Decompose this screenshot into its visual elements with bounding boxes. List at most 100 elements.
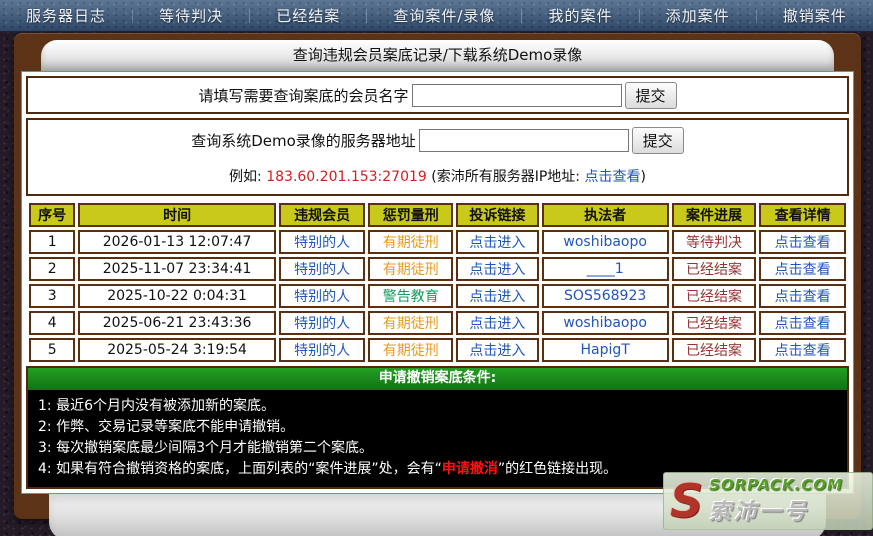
case-time: 2025-06-21 23:43:36 [78, 311, 275, 335]
nav-server-logs[interactable]: 服务器日志 [26, 5, 106, 26]
member-link[interactable]: 特别的人 [279, 338, 366, 362]
content-area: 请填写需要查询案底的会员名字 提交 查询系统Demo录像的服务器地址 提交 例如… [21, 71, 854, 494]
member-link[interactable]: 特别的人 [279, 311, 366, 335]
case-no: 4 [29, 311, 75, 335]
case-time: 2025-10-22 0:04:31 [78, 284, 275, 308]
case-time: 2025-11-07 23:34:41 [78, 257, 275, 281]
watermark-text: SORPACK.COM 索沛一号 [709, 476, 843, 526]
penalty-label: 有期徒刑 [368, 311, 453, 335]
nav-separator [756, 9, 757, 23]
nav-my-cases[interactable]: 我的案件 [549, 5, 613, 26]
complaint-link[interactable]: 点击进入 [456, 311, 539, 335]
table-row: 5 2025-05-24 3:19:54 特别的人 有期徒刑 点击进入 Hapi… [29, 338, 846, 362]
server-address-input[interactable] [419, 129, 629, 152]
nav-query-cases-demos[interactable]: 查询案件/录像 [393, 5, 495, 26]
detail-link[interactable]: 点击查看 [759, 338, 846, 362]
case-no: 3 [29, 284, 75, 308]
top-navigation: 服务器日志 等待判决 已经结案 查询案件/录像 我的案件 添加案件 撤销案件 [0, 0, 873, 32]
demo-query-label: 查询系统Demo录像的服务器地址 [191, 130, 416, 151]
member-link[interactable]: 特别的人 [279, 230, 366, 254]
penalty-label: 警告教育 [368, 284, 453, 308]
demo-query-form: 查询系统Demo录像的服务器地址 提交 例如: 183.60.201.153:2… [26, 118, 849, 196]
nav-separator [132, 9, 133, 23]
nav-pending-verdict[interactable]: 等待判决 [159, 5, 223, 26]
table-row: 2 2025-11-07 23:34:41 特别的人 有期徒刑 点击进入 ___… [29, 257, 846, 281]
condition-line: 3: 每次撤销案底最少间隔3个月才能撤销第二个案底。 [38, 438, 837, 459]
condition4-prefix: 4: 如果有符合撤销资格的案底，上面列表的“案件进展”处，会有“ [38, 461, 442, 477]
case-no: 5 [29, 338, 75, 362]
nav-closed-cases[interactable]: 已经结案 [276, 5, 340, 26]
member-query-label: 请填写需要查询案底的会员名字 [198, 85, 408, 106]
example-ip-address: 183.60.201.153:27019 [266, 169, 427, 185]
enforcer-link[interactable]: SOS568923 [542, 284, 669, 308]
member-query-form: 请填写需要查询案底的会员名字 提交 [26, 76, 849, 114]
example-mid: (索沛所有服务器IP地址: [427, 169, 585, 185]
header-penalty: 惩罚量刑 [368, 203, 453, 227]
nav-separator [366, 9, 367, 23]
member-link[interactable]: 特别的人 [279, 257, 366, 281]
sorpack-s-logo-icon: S [670, 478, 703, 524]
table-header-row: 序号 时间 违规会员 惩罚量刑 投诉链接 执法者 案件进展 查看详情 [29, 203, 846, 227]
enforcer-link[interactable]: woshibaopo [542, 230, 669, 254]
example-suffix: ) [640, 169, 645, 185]
nav-separator [249, 9, 250, 23]
main-frame: 查询违规会员案底记录/下载系统Demo录像 请填写需要查询案底的会员名字 提交 … [14, 33, 861, 519]
status-label: 已经结案 [672, 257, 757, 281]
member-link[interactable]: 特别的人 [279, 284, 366, 308]
complaint-link[interactable]: 点击进入 [456, 284, 539, 308]
penalty-label: 有期徒刑 [368, 230, 453, 254]
case-time: 2026-01-13 12:07:47 [78, 230, 275, 254]
header-complaint: 投诉链接 [456, 203, 539, 227]
header-member: 违规会员 [279, 203, 366, 227]
cases-table: 序号 时间 违规会员 惩罚量刑 投诉链接 执法者 案件进展 查看详情 1 202… [26, 200, 849, 365]
detail-link[interactable]: 点击查看 [759, 257, 846, 281]
member-name-input[interactable] [412, 84, 622, 107]
enforcer-link[interactable]: ____1 [542, 257, 669, 281]
penalty-label: 有期徒刑 [368, 338, 453, 362]
nav-add-case[interactable]: 添加案件 [666, 5, 730, 26]
case-no: 2 [29, 257, 75, 281]
enforcer-link[interactable]: HapigT [542, 338, 669, 362]
example-line: 例如: 183.60.201.153:27019 (索沛所有服务器IP地址: 点… [28, 160, 847, 194]
watermark-brand: SORPACK.COM [709, 476, 843, 494]
watermark-cn-name: 索沛一号 [709, 494, 809, 526]
table-row: 4 2025-06-21 23:43:36 特别的人 有期徒刑 点击进入 wos… [29, 311, 846, 335]
member-query-submit-button[interactable]: 提交 [625, 82, 677, 109]
table-row: 1 2026-01-13 12:07:47 特别的人 有期徒刑 点击进入 wos… [29, 230, 846, 254]
condition4-highlight: 申请撤消 [442, 461, 498, 477]
condition-line: 2: 作弊、交易记录等案底不能申请撤销。 [38, 417, 837, 438]
detail-link[interactable]: 点击查看 [759, 230, 846, 254]
case-no: 1 [29, 230, 75, 254]
table-row: 3 2025-10-22 0:04:31 特别的人 警告教育 点击进入 SOS5… [29, 284, 846, 308]
enforcer-link[interactable]: woshibaopo [542, 311, 669, 335]
example-prefix: 例如: [229, 169, 266, 185]
case-time: 2025-05-24 3:19:54 [78, 338, 275, 362]
condition-line: 1: 最近6个月内没有被添加新的案底。 [38, 396, 837, 417]
view-all-servers-link[interactable]: 点击查看 [584, 169, 640, 185]
status-label: 已经结案 [672, 311, 757, 335]
revoke-section: 申请撤销案底条件: 1: 最近6个月内没有被添加新的案底。 2: 作弊、交易记录… [26, 366, 849, 489]
nav-revoke-case[interactable]: 撤销案件 [783, 5, 847, 26]
page-title: 查询违规会员案底记录/下载系统Demo录像 [41, 40, 834, 71]
complaint-link[interactable]: 点击进入 [456, 338, 539, 362]
detail-link[interactable]: 点击查看 [759, 311, 846, 335]
header-no: 序号 [29, 203, 75, 227]
penalty-label: 有期徒刑 [368, 257, 453, 281]
sorpack-watermark: S SORPACK.COM 索沛一号 [663, 472, 873, 530]
header-status: 案件进展 [672, 203, 757, 227]
complaint-link[interactable]: 点击进入 [456, 257, 539, 281]
condition4-suffix: ”的红色链接出现。 [498, 461, 617, 477]
demo-query-submit-button[interactable]: 提交 [632, 127, 684, 154]
status-label: 已经结案 [672, 284, 757, 308]
complaint-link[interactable]: 点击进入 [456, 230, 539, 254]
nav-separator [521, 9, 522, 23]
status-label: 等待判决 [672, 230, 757, 254]
nav-separator [639, 9, 640, 23]
header-time: 时间 [78, 203, 275, 227]
status-label: 已经结案 [672, 338, 757, 362]
demo-query-row: 查询系统Demo录像的服务器地址 提交 [28, 120, 847, 160]
header-enforcer: 执法者 [542, 203, 669, 227]
detail-link[interactable]: 点击查看 [759, 284, 846, 308]
revoke-conditions-title: 申请撤销案底条件: [28, 368, 847, 390]
header-detail: 查看详情 [759, 203, 846, 227]
